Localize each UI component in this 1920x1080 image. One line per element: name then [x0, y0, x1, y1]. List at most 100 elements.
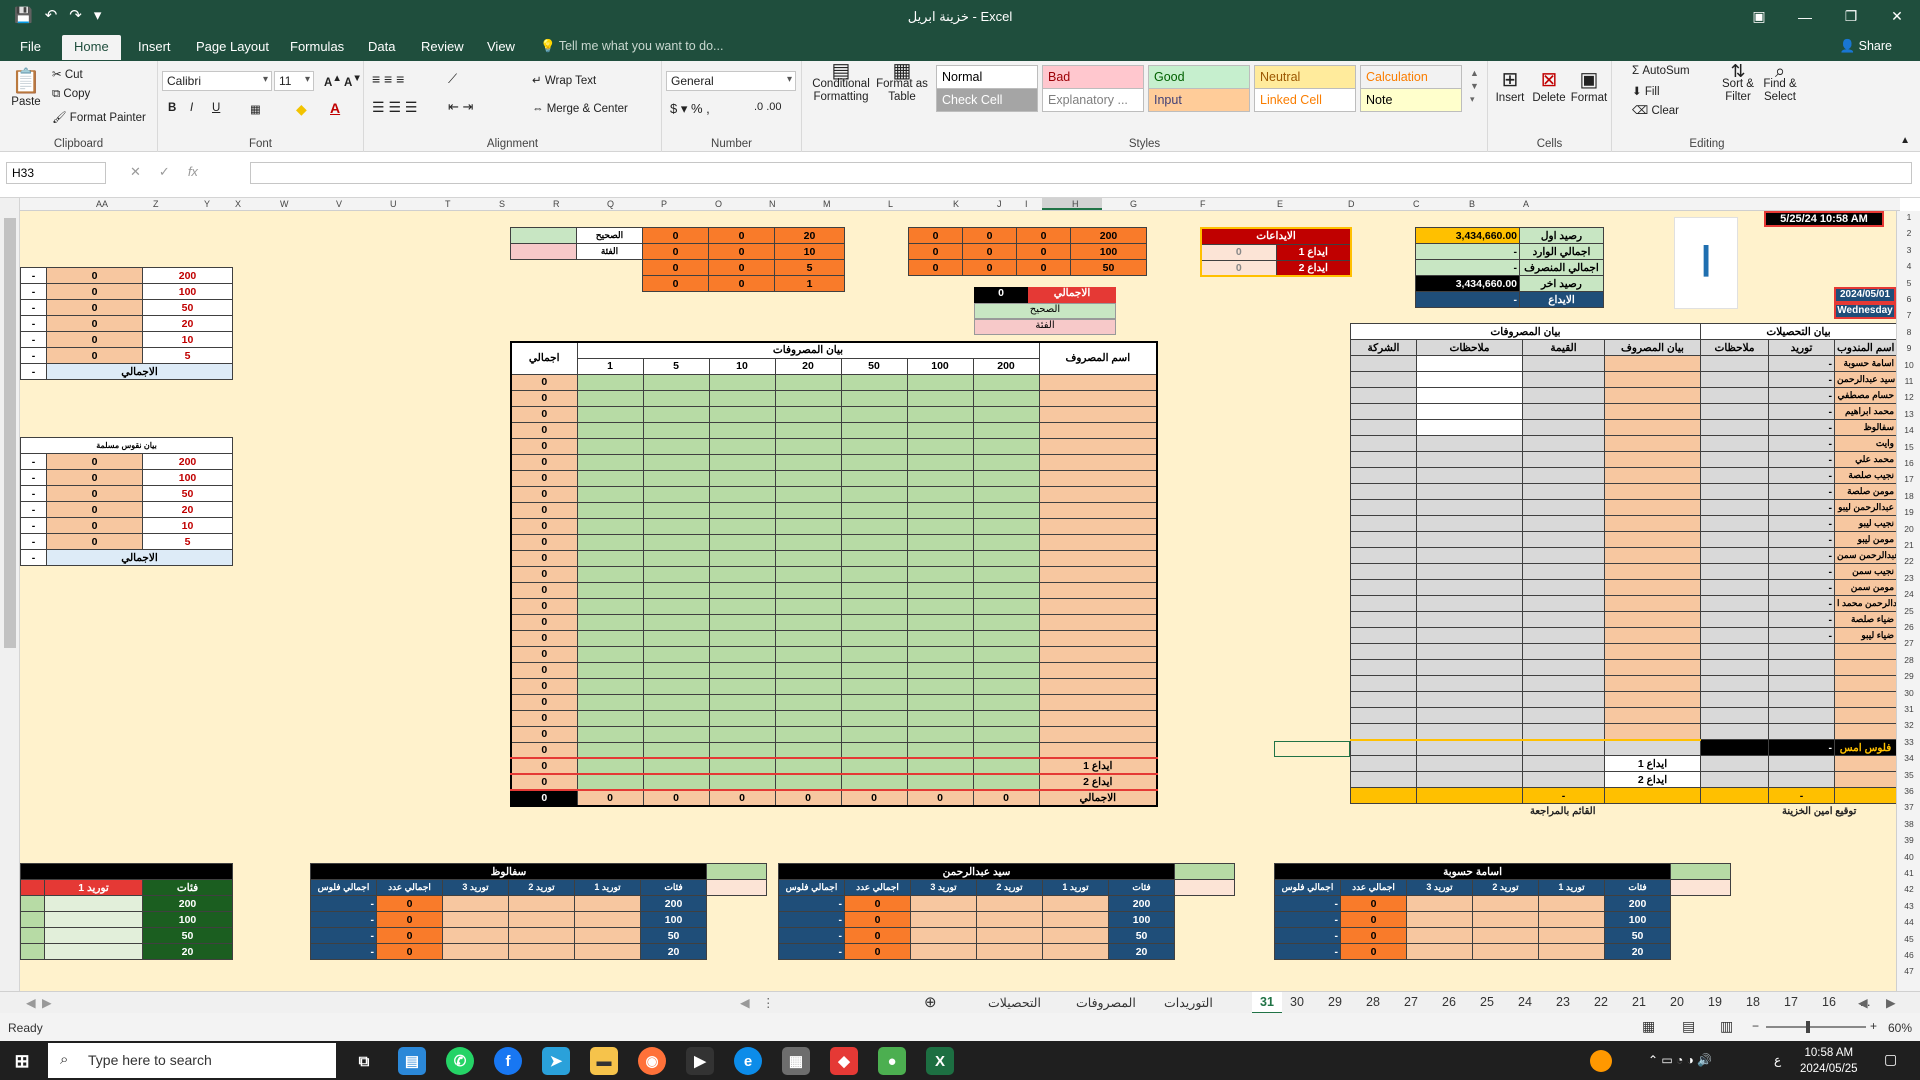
cell[interactable] — [1833, 707, 1896, 724]
count-cell[interactable] — [774, 581, 842, 599]
count-cell[interactable] — [906, 709, 974, 727]
coll-notes-cell[interactable] — [1700, 483, 1769, 500]
supply-cell[interactable]: - — [1768, 579, 1835, 596]
count-total[interactable]: 0 — [844, 927, 911, 944]
count-cell[interactable] — [906, 677, 974, 695]
sheet-tab[interactable]: 20 — [1670, 995, 1684, 1009]
cell[interactable] — [1522, 691, 1605, 708]
company-cell[interactable] — [1350, 611, 1417, 628]
row-header[interactable]: 38 — [1899, 819, 1919, 829]
notes-cell[interactable] — [1416, 355, 1523, 372]
denomination-header[interactable]: فئات — [141, 879, 234, 896]
count-cell[interactable] — [972, 405, 1040, 423]
count-cell[interactable] — [642, 757, 710, 775]
style-check-cell[interactable]: Check Cell — [936, 88, 1038, 112]
empty-cell[interactable] — [1175, 944, 1235, 960]
company-cell[interactable] — [1350, 355, 1417, 372]
count-cell[interactable] — [708, 613, 776, 631]
count-cell[interactable] — [708, 629, 776, 647]
count-cell[interactable] — [840, 645, 908, 663]
count-cell[interactable] — [708, 693, 776, 711]
cell[interactable] — [1700, 787, 1769, 804]
clock[interactable]: 10:58 AM 2024/05/25 — [1800, 1045, 1858, 1077]
count-cell[interactable] — [972, 453, 1040, 471]
restore-icon[interactable]: ❐ — [1828, 0, 1874, 33]
spend-name-cell[interactable] — [1604, 627, 1701, 644]
rep-title[interactable]: سفالوظ — [309, 863, 708, 880]
count-cell[interactable] — [774, 725, 842, 743]
supply-1[interactable] — [1538, 895, 1605, 912]
denomination-header[interactable]: 10 — [708, 357, 776, 375]
calculator-icon[interactable]: ▦ — [782, 1047, 810, 1075]
count-cell[interactable] — [576, 549, 644, 567]
supply-3[interactable] — [1406, 911, 1473, 928]
cell[interactable] — [1416, 755, 1523, 772]
count-cell[interactable] — [576, 773, 644, 791]
supply-3[interactable] — [1406, 895, 1473, 912]
count-cell[interactable] — [576, 517, 644, 535]
count-cell[interactable]: 0 — [46, 485, 143, 502]
sheet-tab[interactable]: 16 — [1822, 995, 1836, 1009]
count-cell[interactable] — [774, 773, 842, 791]
copy-button[interactable]: ⧉ Copy — [52, 88, 90, 101]
count-cell[interactable] — [906, 389, 974, 407]
column-header[interactable]: C — [1413, 199, 1420, 209]
vertical-scrollbar[interactable] — [0, 198, 20, 991]
denomination-cell[interactable]: 200 — [142, 267, 233, 284]
count-cell[interactable] — [642, 629, 710, 647]
notes-cell[interactable] — [1416, 563, 1523, 580]
column-header[interactable]: Z — [153, 199, 159, 209]
column-total-cell[interactable]: 0 — [972, 789, 1040, 807]
denomination-cell[interactable]: 5 — [774, 259, 845, 276]
cell[interactable] — [1350, 675, 1417, 692]
count-cell[interactable] — [774, 613, 842, 631]
count-cell[interactable] — [906, 437, 974, 455]
grow-font-button[interactable]: A▲ — [324, 73, 342, 89]
expense-name-cell[interactable] — [1038, 629, 1158, 647]
count-cell[interactable] — [840, 741, 908, 759]
fill-button[interactable]: ⬇ Fill — [1632, 84, 1660, 98]
row-header[interactable]: 12 — [1899, 392, 1919, 402]
sheet-tab[interactable]: 27 — [1404, 995, 1418, 1009]
count-cell[interactable] — [840, 693, 908, 711]
rep-header[interactable]: توريد 1 — [1538, 879, 1605, 896]
rep-name-cell[interactable]: محمد ابراهيم — [1833, 403, 1896, 420]
count-cell[interactable] — [642, 469, 710, 487]
rep-name-cell[interactable]: عبدالرحمن ليبو — [1833, 499, 1896, 516]
scroll-tabs-left-icon[interactable]: ◀ — [1858, 995, 1868, 1010]
supply-3[interactable] — [1406, 927, 1473, 944]
empty-cell[interactable] — [511, 260, 577, 276]
amount-cell[interactable] — [1522, 547, 1605, 564]
borders-icon[interactable]: ▦ — [250, 102, 261, 116]
row-header[interactable]: 5 — [1899, 278, 1919, 288]
denomination-cell[interactable]: 20 — [639, 943, 708, 960]
coll-notes-cell[interactable] — [1700, 419, 1769, 436]
rep-name-cell[interactable]: سفالوظ — [1833, 419, 1896, 436]
zoom-level[interactable]: 60% — [1888, 1021, 1912, 1035]
coll-notes-cell[interactable] — [1700, 371, 1769, 388]
cell[interactable] — [1768, 659, 1835, 676]
spend-name-cell[interactable] — [1604, 387, 1701, 404]
blank-cell[interactable] — [1670, 863, 1732, 880]
empty-cell[interactable] — [577, 276, 643, 292]
supply-total[interactable]: - — [1768, 787, 1835, 804]
count-cell[interactable] — [906, 741, 974, 759]
money-total[interactable]: - — [310, 927, 377, 944]
cell[interactable] — [1604, 723, 1701, 740]
supply-1[interactable] — [574, 911, 641, 928]
dash-cell[interactable]: - — [20, 469, 47, 486]
cell[interactable] — [1416, 659, 1523, 676]
close-icon[interactable]: ✕ — [1874, 0, 1920, 33]
expense-name-cell[interactable] — [1038, 437, 1158, 455]
supply-2[interactable] — [508, 895, 575, 912]
autosum-button[interactable]: Σ AutoSum — [1632, 65, 1690, 77]
count-cell[interactable] — [642, 517, 710, 535]
deposit-label[interactable]: ايداع 1 — [1038, 757, 1158, 775]
row-header[interactable]: 47 — [1899, 966, 1919, 976]
column-header[interactable]: V — [336, 199, 342, 209]
count-cell[interactable]: 0 — [46, 267, 143, 284]
row-total-cell[interactable]: 0 — [510, 389, 578, 407]
cell[interactable] — [1350, 787, 1417, 804]
count-cell[interactable] — [972, 741, 1040, 759]
count-cell[interactable] — [840, 709, 908, 727]
